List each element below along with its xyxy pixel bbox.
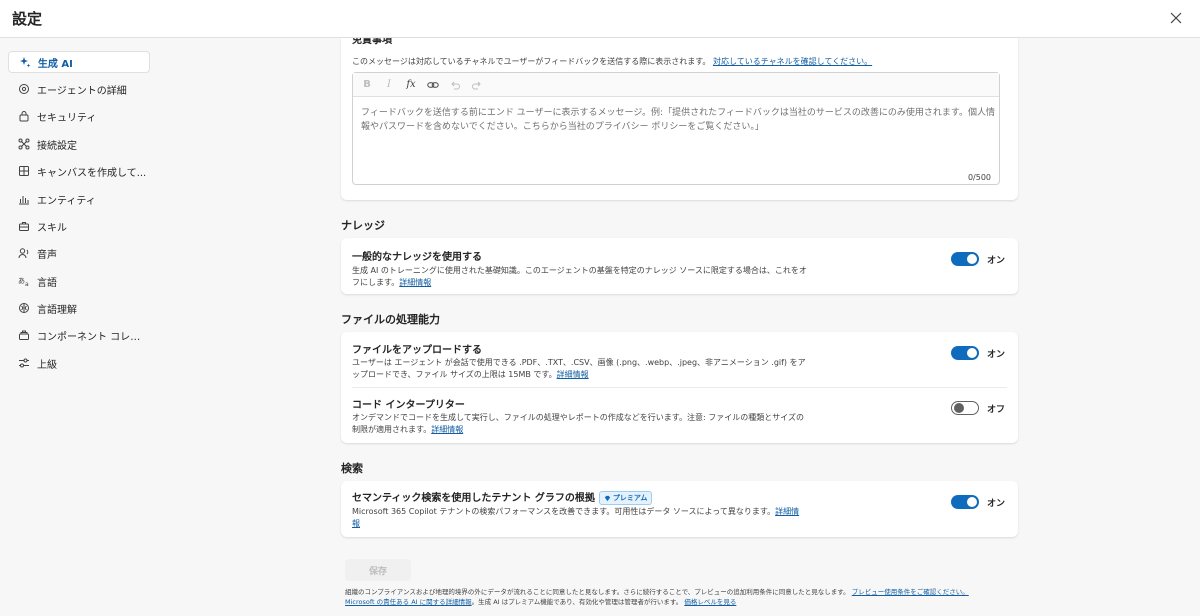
language-icon: あa xyxy=(17,274,31,288)
sidebar-item-connection[interactable]: 接続設定 xyxy=(8,133,150,155)
sidebar-item-label: 言語理解 xyxy=(37,304,77,316)
sliders-icon xyxy=(17,356,31,370)
svg-text:あ: あ xyxy=(18,277,25,285)
general-knowledge-title: 一般的なナレッジを使用する xyxy=(352,252,482,263)
sidebar-item-label: 生成 AI xyxy=(37,58,73,70)
sidebar-item-language[interactable]: あa 言語 xyxy=(8,270,150,292)
knowledge-card: 一般的なナレッジを使用する 生成 AI のトレーニングに使用された基礎知識。この… xyxy=(341,238,1018,294)
feedback-description: このメッセージは対応しているチャネルでユーザーがフィードバックを送信する際に表示… xyxy=(352,57,873,66)
feedback-placeholder: フィードバックを送信する前にエンド ユーザーに表示するメッセージ。例:「提供され… xyxy=(361,108,996,132)
semantic-search-description: Microsoft 365 Copilot テナントの検索パフォーマンスを改善で… xyxy=(352,507,800,528)
formula-icon[interactable]: fx xyxy=(405,79,417,91)
section-title-knowledge: ナレッジ xyxy=(341,219,385,232)
section-title-files: ファイルの処理能力 xyxy=(341,313,440,326)
sidebar-item-label: スキル xyxy=(37,222,67,234)
file-upload-toggle[interactable] xyxy=(951,346,979,360)
character-counter: 0/500 xyxy=(967,173,991,182)
pricing-tier-link[interactable]: 価格レベルを見る xyxy=(684,598,736,606)
sidebar-item-canvas[interactable]: キャンバスを作成して... xyxy=(8,160,150,182)
divider xyxy=(352,387,1007,388)
sidebar-item-voice[interactable]: 音声 xyxy=(8,242,150,264)
sidebar-item-skill[interactable]: スキル xyxy=(8,215,150,237)
sidebar-item-label: 上級 xyxy=(37,359,57,371)
sidebar-item-advanced[interactable]: 上級 xyxy=(8,352,150,374)
sidebar-item-entity[interactable]: エンティティ xyxy=(8,188,150,210)
sidebar-item-label: コンポーネント コレク... xyxy=(37,331,149,343)
premium-badge: プレミアム xyxy=(598,491,653,505)
file-upload-toggle-label: オン xyxy=(987,350,1006,360)
sidebar-item-label: 音声 xyxy=(37,249,57,261)
general-knowledge-description: 生成 AI のトレーニングに使用された基礎知識。このエージェントの基盤を特定のナ… xyxy=(352,266,807,287)
toolbox-icon xyxy=(17,219,31,233)
semantic-search-title: セマンティック検索を使用したテナント グラフの根拠 プレミアム xyxy=(352,489,653,505)
connection-icon xyxy=(17,137,31,151)
sidebar-item-security[interactable]: セキュリティ xyxy=(8,105,150,127)
lock-icon xyxy=(17,109,31,123)
svg-text:a: a xyxy=(25,281,29,287)
sidebar-item-component-collection[interactable]: コンポーネント コレク... xyxy=(8,324,150,346)
save-button[interactable]: 保存 xyxy=(345,559,411,581)
sidebar-item-generative-ai[interactable]: 生成 AI xyxy=(8,51,150,73)
search-card: セマンティック検索を使用したテナント グラフの根拠 プレミアム Microsoft… xyxy=(341,481,1018,537)
sidebar-item-label: エージェントの詳細 xyxy=(37,85,127,97)
italic-icon[interactable]: I xyxy=(383,79,395,91)
sidebar-item-label: 接続設定 xyxy=(37,140,77,152)
sidebar-item-language-understanding[interactable]: 言語理解 xyxy=(8,297,150,319)
supported-channels-link[interactable]: 対応しているチャネルを確認してください。 xyxy=(713,57,872,66)
redo-icon[interactable] xyxy=(471,79,483,91)
link-icon[interactable] xyxy=(427,79,439,91)
sparkle-icon xyxy=(18,55,32,69)
sidebar: 生成 AI エージェントの詳細 セキュリティ 接続設定 キャンバスを作成して..… xyxy=(0,38,160,616)
preview-terms-link[interactable]: プレビュー使用条件をご確認ください。 xyxy=(852,588,969,596)
gear-icon xyxy=(17,82,31,96)
semantic-search-toggle-label: オン xyxy=(987,499,1006,509)
feedback-card: 免責事項 このメッセージは対応しているチャネルでユーザーがフィードバックを送信す… xyxy=(341,38,1018,200)
general-knowledge-toggle-label: オン xyxy=(987,256,1006,266)
diamond-icon xyxy=(604,495,611,501)
editor-toolbar: B I fx xyxy=(353,73,999,97)
voice-icon xyxy=(17,246,31,260)
footer-disclaimer: 組織のコンプライアンスおよび地理的境界の外にデータが流れることに同意したと見なし… xyxy=(345,588,969,606)
brain-icon xyxy=(17,301,31,315)
general-knowledge-toggle[interactable] xyxy=(951,252,979,266)
code-interpreter-description: オンデマンドでコードを生成して実行し、ファイルの処理やレポートの作成などを行いま… xyxy=(352,413,804,434)
responsible-ai-link[interactable]: Microsoft の責任ある AI に関する詳細情報 xyxy=(345,598,472,606)
header-bar: 設定 xyxy=(0,0,1200,38)
feedback-message-editor[interactable]: B I fx フィードバックを送信する前にエンド ユーザーに表示するメッセージ。… xyxy=(352,72,1000,185)
code-interpreter-toggle-label: オフ xyxy=(987,405,1006,415)
file-upload-description: ユーザーは エージェント が会話で使用できる .PDF、.TXT、.CSV、画像… xyxy=(352,358,806,379)
code-interpreter-learn-more-link[interactable]: 詳細情報 xyxy=(431,425,463,434)
feedback-heading: 免責事項 xyxy=(352,38,392,46)
files-card: ファイルをアップロードする ユーザーは エージェント が会話で使用できる .PD… xyxy=(341,332,1018,443)
bold-icon[interactable]: B xyxy=(361,79,373,91)
grid-icon xyxy=(17,164,31,178)
sidebar-item-label: エンティティ xyxy=(37,195,96,207)
sidebar-item-label: 言語 xyxy=(37,277,57,289)
sidebar-item-agent-details[interactable]: エージェントの詳細 xyxy=(8,78,150,100)
page-title: 設定 xyxy=(12,10,43,28)
component-icon xyxy=(17,328,31,342)
file-upload-learn-more-link[interactable]: 詳細情報 xyxy=(557,370,589,379)
close-icon[interactable] xyxy=(1168,10,1184,26)
undo-icon[interactable] xyxy=(449,79,461,91)
code-interpreter-title: コード インタープリター xyxy=(352,400,465,411)
entity-icon xyxy=(17,192,31,206)
semantic-search-toggle[interactable] xyxy=(951,495,979,509)
code-interpreter-toggle[interactable] xyxy=(951,401,979,415)
sidebar-item-label: キャンバスを作成して... xyxy=(37,167,147,179)
sidebar-item-label: セキュリティ xyxy=(37,112,97,124)
file-upload-title: ファイルをアップロードする xyxy=(352,345,482,356)
section-title-search: 検索 xyxy=(341,462,363,475)
knowledge-learn-more-link[interactable]: 詳細情報 xyxy=(399,278,431,287)
